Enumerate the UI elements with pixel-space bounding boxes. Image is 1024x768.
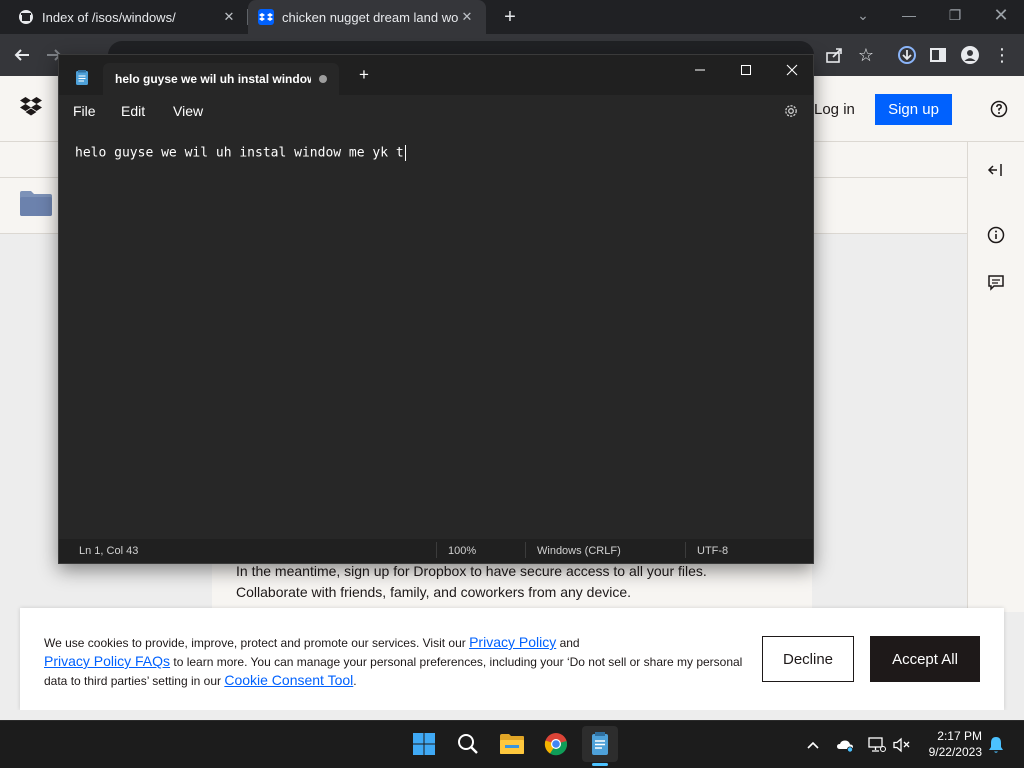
dropbox-favicon-icon (258, 9, 274, 25)
privacy-policy-faqs-link[interactable]: Privacy Policy FAQs (44, 653, 170, 669)
menu-view[interactable]: View (173, 103, 203, 119)
help-icon[interactable] (990, 100, 1008, 118)
cookie-consent-text: We use cookies to provide, improve, prot… (44, 633, 744, 690)
notepad-window[interactable]: helo guyse we wil uh instal window + Fil… (58, 54, 814, 564)
search-icon[interactable] (450, 726, 486, 762)
notepad-close-icon[interactable] (769, 57, 815, 83)
show-hidden-icons-chevron-icon[interactable] (804, 736, 822, 754)
chrome-menu-icon[interactable]: ⋮ (990, 43, 1014, 67)
taskbar-clock-date[interactable]: 9/22/2023 (918, 745, 982, 759)
onedrive-cloud-icon[interactable] (836, 736, 854, 754)
notepad-content-text: helo guyse we wil uh instal window me yk… (75, 145, 404, 161)
new-tab-button[interactable]: + (498, 3, 522, 31)
promo-text-line: In the meantime, sign up for Dropbox to … (236, 563, 707, 579)
share-icon[interactable] (822, 43, 846, 67)
encoding[interactable]: UTF-8 (697, 545, 728, 557)
download-icon[interactable] (895, 43, 919, 67)
notepad-maximize-icon[interactable] (723, 57, 769, 83)
tab-search-chevron-icon[interactable]: ⌄ (840, 0, 886, 30)
tab-close-icon[interactable]: ✕ (458, 9, 476, 25)
profile-avatar-icon[interactable] (958, 43, 982, 67)
minimize-icon[interactable]: — (886, 0, 932, 30)
side-panel-icon[interactable] (926, 43, 950, 67)
notification-bell-icon[interactable] (987, 736, 1005, 754)
notepad-minimize-icon[interactable] (677, 57, 723, 83)
taskbar-clock-time[interactable]: 2:17 PM (930, 729, 982, 743)
volume-muted-icon[interactable] (893, 736, 911, 754)
start-icon[interactable] (406, 726, 442, 762)
menu-edit[interactable]: Edit (121, 103, 145, 119)
status-separator (525, 542, 526, 558)
collapse-panel-icon[interactable] (986, 160, 1006, 180)
notepad-text-area[interactable] (59, 129, 813, 539)
browser-tab-title: chicken nugget dream land woo (282, 9, 458, 25)
restore-icon[interactable]: ❐ (932, 0, 978, 30)
close-window-icon[interactable]: ✕ (978, 0, 1024, 30)
info-icon[interactable] (986, 225, 1006, 245)
browser-tab-index-of-isos[interactable]: Index of /isos/windows/ ✕ (8, 0, 248, 34)
cookie-text-part: and (556, 636, 580, 650)
archive-site-icon (18, 9, 34, 25)
notepad-taskbar-icon[interactable] (582, 726, 618, 762)
notepad-tab-title: helo guyse we wil uh instal window (115, 72, 311, 86)
status-separator (685, 542, 686, 558)
notepad-app-icon (75, 70, 89, 91)
cookie-text-part: . (353, 674, 357, 688)
cookie-text-part: We use cookies to provide, improve, prot… (44, 636, 470, 650)
menu-file[interactable]: File (73, 103, 96, 119)
file-explorer-icon[interactable] (494, 726, 530, 762)
accept-all-cookies-button[interactable]: Accept All (870, 636, 980, 682)
status-separator (436, 542, 437, 558)
notepad-content[interactable]: helo guyse we wil uh instal window me yk… (75, 145, 406, 161)
chrome-icon[interactable] (538, 726, 574, 762)
running-app-indicator (592, 763, 608, 766)
promo-text-line: Collaborate with friends, family, and co… (236, 584, 632, 600)
zoom-level[interactable]: 100% (448, 545, 476, 557)
notepad-tab[interactable]: helo guyse we wil uh instal window (103, 63, 339, 95)
page-bottom-strip (0, 710, 1024, 720)
notepad-new-tab-button[interactable]: + (359, 66, 369, 83)
unsaved-dot-icon[interactable] (319, 75, 327, 83)
dropbox-logo-icon[interactable] (20, 97, 42, 122)
browser-tab-title: Index of /isos/windows/ (42, 9, 176, 25)
dropbox-right-rail (967, 142, 1024, 612)
decline-cookies-button[interactable]: Decline (762, 636, 854, 682)
text-caret (404, 145, 406, 161)
tab-close-icon[interactable]: ✕ (220, 9, 238, 25)
line-ending[interactable]: Windows (CRLF) (537, 545, 621, 557)
privacy-policy-link[interactable]: Privacy Policy (469, 634, 556, 650)
cursor-position: Ln 1, Col 43 (79, 545, 139, 557)
comment-icon[interactable] (986, 273, 1006, 293)
sign-up-button[interactable]: Sign up (875, 94, 952, 125)
browser-tab-dropbox[interactable]: chicken nugget dream land woo ✕ (248, 0, 486, 34)
settings-gear-icon[interactable] (782, 102, 800, 120)
back-arrow-icon[interactable] (10, 43, 34, 67)
folder-icon (20, 190, 52, 221)
cookie-consent-tool-link[interactable]: Cookie Consent Tool (224, 672, 353, 688)
bookmark-star-icon[interactable]: ☆ (854, 43, 878, 67)
log-in-link[interactable]: Log in (814, 101, 855, 118)
network-icon[interactable] (868, 736, 886, 754)
